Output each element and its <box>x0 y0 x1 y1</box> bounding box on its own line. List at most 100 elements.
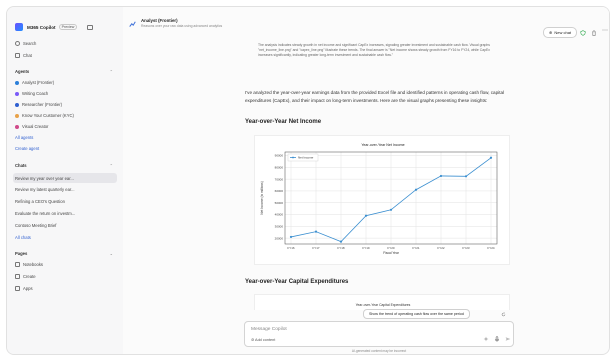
x-tick-label: FY21 <box>412 246 420 250</box>
sparkle-icon[interactable] <box>483 336 489 342</box>
chat-history-item[interactable]: Review my year over year ear... <box>13 173 117 183</box>
sidebar-item-agent[interactable]: Visual Creator <box>15 124 48 129</box>
capex-heading: Year-over-Year Capital Expenditures <box>245 279 349 285</box>
agent-title: Analyst (Frontier) <box>141 18 178 23</box>
agent-icon <box>15 124 19 129</box>
notebook-icon <box>15 262 20 267</box>
search-icon <box>15 41 20 46</box>
brand-name: M365 Copilot <box>27 24 56 30</box>
sidebar: M365 Copilot Preview Search Chat Agents … <box>7 7 123 354</box>
net-income-chart-card: Year-over-Year Net Income 20000 30000 40000… <box>254 135 510 265</box>
send-icon[interactable] <box>505 336 511 342</box>
x-axis-label: Fiscal Year <box>383 251 400 255</box>
data-point <box>289 235 293 239</box>
chat-history-item[interactable]: Evaluate the return on investm... <box>15 211 75 216</box>
sidebar-header: M365 Copilot Preview <box>11 21 121 33</box>
apps-grid-icon <box>15 286 20 291</box>
y-tick-label: 30000 <box>275 225 284 229</box>
y-tick-label: 80000 <box>275 166 284 170</box>
app-window: M365 Copilot Preview Search Chat Agents … <box>6 6 610 355</box>
sidebar-item-agent[interactable]: Know Your Customer (KYC) <box>15 113 74 118</box>
agent-label: Visual Creator <box>22 124 49 129</box>
message-input[interactable]: Message Copilot <box>251 327 287 332</box>
chat-history-item[interactable]: Refining a CEO's Question <box>15 199 65 204</box>
sidebar-item-search[interactable]: Search <box>15 41 36 46</box>
agent-label: Analyst (Frontier) <box>22 80 55 85</box>
create-icon <box>15 274 20 279</box>
legend-marker <box>292 156 294 159</box>
analysis-summary-text: The analysis indicates steady growth in … <box>258 43 490 57</box>
data-point <box>364 214 368 217</box>
sidebar-item-chat[interactable]: Chat <box>15 53 32 58</box>
y-tick-label: 60000 <box>275 189 284 193</box>
x-tick-label: FY17 <box>312 246 320 250</box>
response-paragraph: I've analyzed the year-over-year earning… <box>245 90 505 104</box>
agents-section-header[interactable]: Agents <box>15 69 29 74</box>
data-point <box>314 230 318 233</box>
sidebar-item-agent[interactable]: Writing Coach <box>15 91 48 96</box>
agent-icon <box>15 91 19 96</box>
sidebar-item-agent[interactable]: Analyst (Frontier) <box>15 80 54 85</box>
chart-title: Year-over-Year Net Income <box>361 143 404 147</box>
agents-header-label: Agents <box>15 69 30 74</box>
sidebar-item-apps[interactable]: Apps <box>15 286 33 291</box>
x-tick-label: FY19 <box>362 246 370 250</box>
x-tick-label: FY18 <box>337 246 345 250</box>
chat-icon <box>15 53 20 58</box>
chevron-up-icon[interactable]: ⌃ <box>110 163 113 168</box>
data-point <box>464 175 468 178</box>
all-agents-link[interactable]: All agents <box>15 135 33 140</box>
collapse-sidebar-icon[interactable] <box>87 24 94 30</box>
create-agent-link[interactable]: Create agent <box>15 146 39 151</box>
refresh-suggestions-icon[interactable] <box>501 312 506 317</box>
agent-icon <box>15 102 19 107</box>
main-panel: Analyst (Frontier) Reasons over your raw… <box>123 7 609 354</box>
chat-history-item[interactable]: Contoso Meeting Brief <box>15 223 56 228</box>
agent-icon <box>15 113 19 118</box>
x-tick-label: FY20 <box>387 246 395 250</box>
capex-chart-card: Year-over-Year Capital Expenditures <box>254 294 510 310</box>
plus-icon: ⊕ <box>549 30 553 35</box>
suggestion-chip[interactable]: Show the trend of operating cash flow ov… <box>363 309 470 319</box>
y-axis-label: Net Income (in millions) <box>260 181 264 214</box>
agent-label: Writing Coach <box>22 91 49 96</box>
add-content-button[interactable]: ⊘ Add content <box>251 337 275 342</box>
y-tick-label: 90000 <box>275 154 284 158</box>
agent-subtitle: Reasons over your raw data using advance… <box>141 24 223 28</box>
legend-label: Net Income <box>298 156 314 160</box>
capex-chart-title: Year-over-Year Capital Expenditures <box>355 303 411 307</box>
more-options-icon[interactable]: ⋯ <box>602 27 608 34</box>
y-tick-label: 50000 <box>275 201 284 205</box>
chevron-up-icon[interactable]: ⌃ <box>110 69 113 74</box>
analyst-agent-icon <box>129 21 136 27</box>
pages-header-label: Pages <box>15 251 28 256</box>
chevron-down-icon[interactable]: ⌄ <box>110 251 113 256</box>
message-composer[interactable]: Message Copilot ⊘ Add content <box>244 321 514 347</box>
y-tick-label: 40000 <box>275 213 284 217</box>
y-tick-label: 70000 <box>275 177 284 181</box>
net-income-chart: Year-over-Year Net Income 20000 30000 40000… <box>260 143 498 255</box>
chat-response: The analysis indicates steady growth in … <box>245 9 515 310</box>
sidebar-item-create[interactable]: Create <box>15 274 36 279</box>
pages-section-header[interactable]: Pages <box>15 251 27 256</box>
agent-label: Researcher (Frontier) <box>22 102 63 107</box>
x-tick-label: FY23 <box>462 246 470 250</box>
chats-section-header[interactable]: Chats <box>15 163 27 168</box>
data-point <box>414 188 418 191</box>
data-point <box>489 156 493 159</box>
chat-history-item[interactable]: Review my latest quarterly ear... <box>15 187 75 192</box>
chats-header-label: Chats <box>15 163 27 168</box>
x-tick-label: FY24 <box>487 246 495 250</box>
sidebar-item-agent[interactable]: Researcher (Frontier) <box>15 102 62 107</box>
data-point <box>339 240 343 243</box>
microphone-icon[interactable] <box>494 336 500 342</box>
new-chat-button[interactable]: ⊕ New chat <box>543 27 578 38</box>
all-chats-link[interactable]: All chats <box>15 235 31 240</box>
copilot-logo-icon <box>15 23 23 31</box>
add-content-label: Add content <box>255 338 276 342</box>
shield-icon[interactable] <box>580 30 586 36</box>
trash-icon[interactable] <box>591 30 597 36</box>
sidebar-item-label: Notebooks <box>23 262 44 267</box>
sidebar-item-notebooks[interactable]: Notebooks <box>15 262 43 267</box>
agent-label: Know Your Customer (KYC) <box>22 113 74 118</box>
